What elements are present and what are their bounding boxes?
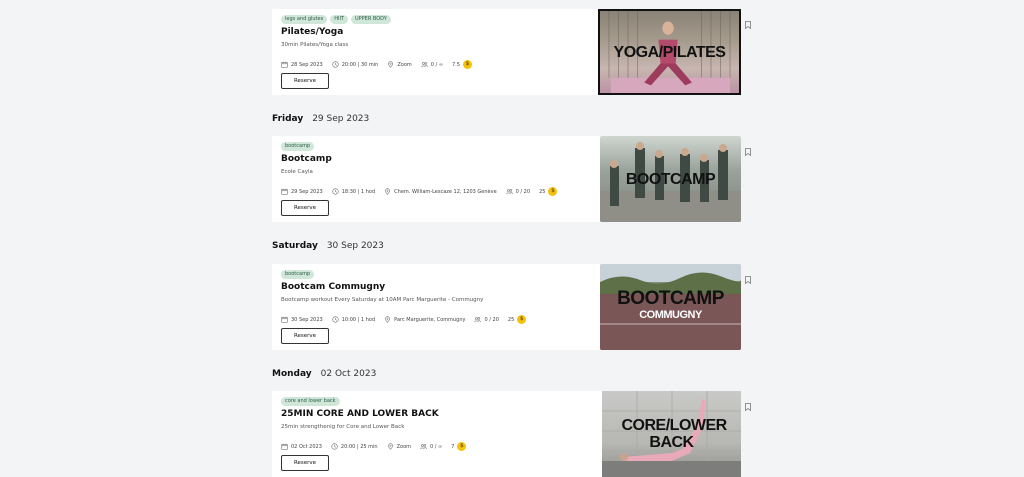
class-image[interactable]: BOOTCAMP COMMUGNY [600, 264, 741, 350]
class-image[interactable]: BOOTCAMP [600, 136, 741, 222]
calendar-icon [281, 316, 288, 323]
map-pin-icon [385, 316, 391, 323]
tag: HIIT [330, 15, 348, 24]
class-capacity: 0 / ∞ [430, 61, 443, 68]
class-time: 18:30 | 1 hod [341, 188, 376, 195]
clock-icon [332, 316, 339, 323]
class-subtitle: Ecole Cayla [281, 169, 313, 175]
reserve-button[interactable]: Reserve [281, 455, 329, 471]
class-time: 20:00 | 30 min [341, 61, 379, 68]
calendar-icon [281, 443, 288, 450]
class-info: bootcamp Bootcamp Ecole Cayla 29 Sep 202… [281, 136, 591, 222]
class-capacity: 0 / ∞ [430, 443, 443, 450]
day-name: Friday [272, 114, 304, 124]
bookmark-icon[interactable] [745, 276, 751, 284]
day-date: 29 Sep 2023 [312, 114, 370, 124]
class-location: Zoom [397, 61, 412, 68]
class-location: Parc Marguerite, Commugny [394, 316, 466, 323]
people-icon [506, 189, 513, 195]
class-capacity: 0 / 20 [484, 316, 499, 323]
reserve-button[interactable]: Reserve [281, 200, 329, 216]
map-pin-icon [385, 188, 391, 195]
class-date: 29 Sep 2023 [291, 188, 323, 195]
image-caption: BOOTCAMP [617, 288, 724, 309]
class-image[interactable]: CORE/LOWER BACK [602, 391, 741, 477]
reserve-button[interactable]: Reserve [281, 328, 329, 344]
class-card-core-lower-back: core and lower back 25MIN CORE AND LOWER… [272, 391, 751, 477]
class-price: 25 [539, 188, 546, 195]
calendar-icon [281, 61, 288, 68]
tag: UPPER BODY [350, 15, 391, 24]
class-time: 10:00 | 1 hod [341, 316, 376, 323]
people-icon [421, 62, 428, 68]
map-pin-icon [388, 61, 394, 68]
class-meta: 28 Sep 2023 20:00 | 30 min Zoom 0 / ∞ 7.… [281, 60, 472, 69]
calendar-icon [281, 188, 288, 195]
class-card-bootcamp: bootcamp Bootcamp Ecole Cayla 29 Sep 202… [272, 136, 751, 222]
class-title: 25MIN CORE AND LOWER BACK [281, 409, 439, 419]
bookmark-icon[interactable] [745, 21, 751, 29]
class-title: Bootcam Commugny [281, 282, 386, 292]
people-icon [474, 317, 482, 323]
tag: bootcamp [281, 142, 315, 151]
clock-icon [331, 443, 338, 450]
coin-icon: $ [548, 187, 558, 196]
coin-icon: $ [457, 442, 467, 451]
tag: bootcamp [281, 270, 315, 279]
tag-list: bootcamp [281, 142, 315, 151]
day-date: 30 Sep 2023 [326, 241, 384, 251]
day-header: Saturday 30 Sep 2023 [272, 241, 384, 251]
class-meta: 29 Sep 2023 18:30 | 1 hod Chem. William-… [281, 187, 558, 196]
image-caption: YOGA/PILATES [613, 43, 726, 61]
class-subtitle: 30min Pilates/Yoga class [281, 42, 349, 48]
tag-list: core and lower back [281, 397, 340, 406]
class-title: Bootcamp [281, 154, 332, 164]
class-date: 30 Sep 2023 [291, 316, 323, 323]
class-capacity: 0 / 20 [515, 188, 531, 195]
map-pin-icon [387, 443, 393, 450]
people-icon [420, 444, 427, 450]
bookmark-icon[interactable] [745, 148, 751, 156]
class-image[interactable]: YOGA/PILATES [598, 9, 741, 95]
image-caption: CORE/LOWER BACK [621, 417, 728, 451]
day-name: Saturday [272, 241, 318, 251]
class-price: 7 [451, 443, 455, 450]
class-price: 25 [507, 316, 515, 323]
class-location: Chem. William-Lescaze 12, 1203 Genève [394, 188, 497, 195]
tag-list: legs and glutes HIIT UPPER BODY [281, 15, 391, 24]
class-subtitle: 25min strengthenig for Core and Lower Ba… [281, 424, 405, 430]
image-caption: BOOTCAMP [625, 170, 716, 188]
class-info: core and lower back 25MIN CORE AND LOWER… [281, 391, 591, 477]
image-caption-secondary: COMMUGNY [639, 309, 702, 321]
class-price: 7.5 [452, 61, 460, 68]
class-card-pilates-yoga: legs and glutes HIIT UPPER BODY Pilates/… [272, 9, 751, 95]
class-date: 28 Sep 2023 [291, 61, 323, 68]
coin-icon: $ [462, 60, 472, 69]
class-meta: 30 Sep 2023 10:00 | 1 hod Parc Marguerit… [281, 315, 527, 324]
class-info: legs and glutes HIIT UPPER BODY Pilates/… [281, 9, 591, 95]
bookmark-icon[interactable] [745, 403, 751, 411]
tag-list: bootcamp [281, 270, 315, 279]
reserve-button[interactable]: Reserve [281, 73, 329, 89]
class-time: 20:00 | 25 min [340, 443, 378, 450]
day-date: 02 Oct 2023 [320, 369, 377, 379]
class-card-bootcam-commugny: bootcamp Bootcam Commugny Bootcamp worko… [272, 264, 751, 350]
class-location: Zoom [396, 443, 411, 450]
day-name: Monday [272, 369, 312, 379]
class-subtitle: Bootcamp workout Every Saturday at 10AM … [281, 297, 484, 303]
class-meta: 02 Oct 2023 20:00 | 25 min Zoom 0 / ∞ 7 … [281, 442, 467, 451]
class-title: Pilates/Yoga [281, 27, 344, 37]
tag: core and lower back [281, 397, 340, 406]
clock-icon [332, 188, 339, 195]
class-date: 02 Oct 2023 [291, 443, 322, 450]
day-header: Friday 29 Sep 2023 [272, 114, 369, 124]
clock-icon [332, 61, 339, 68]
tag: legs and glutes [281, 15, 328, 24]
day-header: Monday 02 Oct 2023 [272, 369, 376, 379]
coin-icon: $ [517, 315, 527, 324]
class-info: bootcamp Bootcam Commugny Bootcamp worko… [281, 264, 591, 350]
